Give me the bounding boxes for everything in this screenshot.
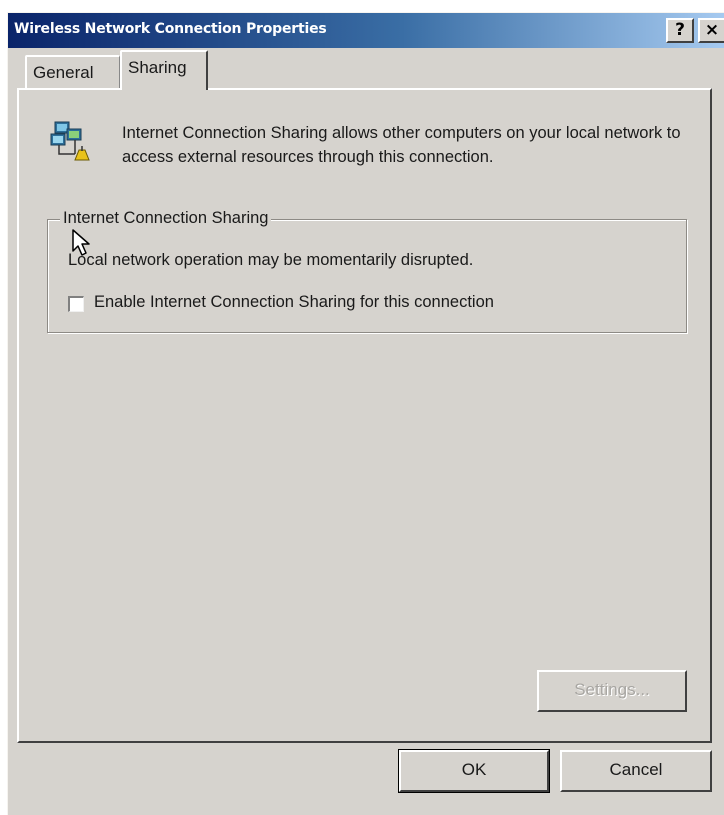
- sharing-tab-panel: Internet Connection Sharing allows other…: [17, 88, 712, 743]
- tab-sharing[interactable]: Sharing: [120, 50, 208, 90]
- sharing-description: Internet Connection Sharing allows other…: [122, 124, 681, 166]
- mouse-pointer-icon: [72, 229, 90, 256]
- window-title: Wireless Network Connection Properties: [14, 21, 327, 37]
- enable-ics-label[interactable]: Enable Internet Connection Sharing for t…: [94, 293, 494, 312]
- enable-ics-checkbox[interactable]: [68, 296, 84, 312]
- tab-general[interactable]: General: [25, 55, 120, 88]
- network-connection-icon: [50, 121, 90, 161]
- cancel-button[interactable]: Cancel: [560, 750, 712, 792]
- settings-button[interactable]: Settings...: [537, 670, 687, 712]
- help-button[interactable]: ?: [666, 18, 694, 43]
- disruption-note: Local network operation may be momentari…: [68, 251, 474, 269]
- title-bar[interactable]: Wireless Network Connection Properties ?…: [8, 13, 724, 48]
- ok-button[interactable]: OK: [398, 749, 550, 793]
- close-button[interactable]: ×: [698, 18, 724, 43]
- groupbox-title: Internet Connection Sharing: [60, 209, 272, 228]
- ics-groupbox: Internet Connection Sharing Local networ…: [47, 209, 687, 333]
